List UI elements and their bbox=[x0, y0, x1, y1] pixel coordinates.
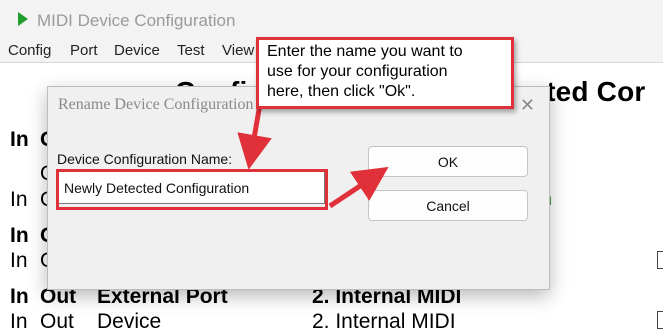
callout-line-2: use for your configuration bbox=[267, 63, 448, 80]
instruction-callout: Enter the name you want to use for your … bbox=[256, 37, 514, 109]
arrow-to-input bbox=[237, 103, 272, 170]
callout-line-3: here, then click "Ok". bbox=[267, 83, 416, 100]
callout-line-1: Enter the name you want to bbox=[267, 43, 463, 60]
arrow-to-ok bbox=[328, 166, 389, 209]
